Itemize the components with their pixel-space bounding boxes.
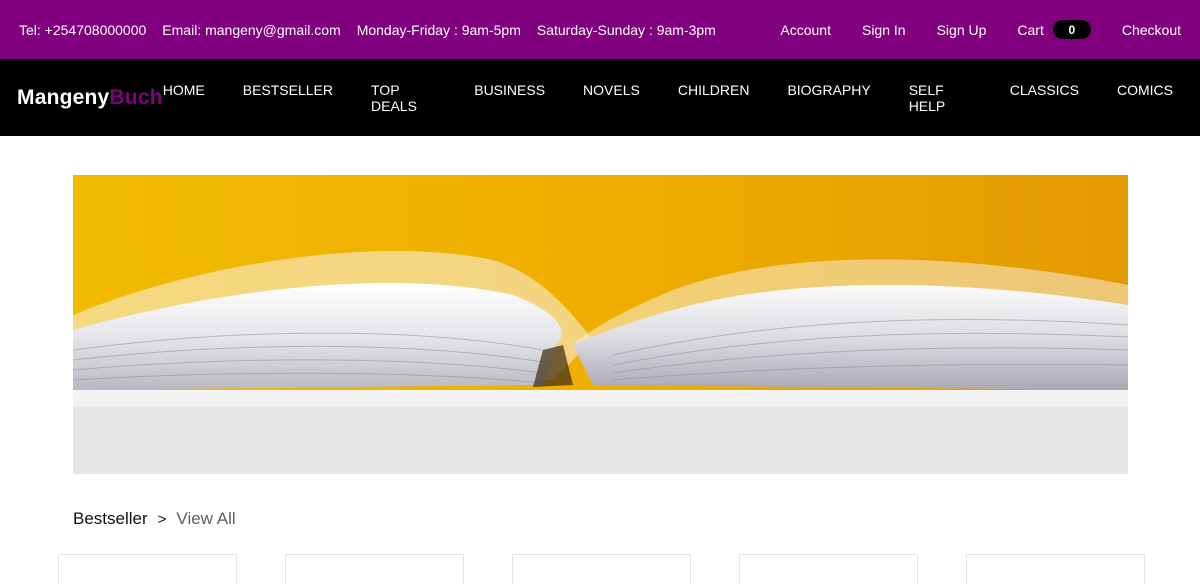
account-links: Account Sign In Sign Up Cart 0 Checkout — [780, 20, 1181, 39]
cart-count-badge: 0 — [1052, 20, 1091, 39]
nav-top-deals[interactable]: TOP DEALS — [371, 82, 436, 114]
phone-text: Tel: +254708000000 — [19, 21, 147, 38]
nav-children[interactable]: CHILDREN — [678, 82, 750, 114]
breadcrumb-separator: > — [157, 510, 167, 528]
product-card[interactable] — [739, 554, 918, 584]
email-text: Email: mangeny@gmail.com — [162, 21, 341, 38]
signup-link[interactable]: Sign Up — [937, 22, 987, 38]
account-link[interactable]: Account — [780, 22, 831, 38]
product-card[interactable] — [58, 554, 237, 584]
cart-label: Cart — [1017, 21, 1044, 38]
nav-novels[interactable]: NOVELS — [583, 82, 640, 114]
nav-business[interactable]: BUSINESS — [474, 82, 545, 114]
bestseller-product-list — [58, 554, 1145, 584]
logo-main: Mangeny — [17, 85, 110, 109]
nav-biography[interactable]: BIOGRAPHY — [787, 82, 870, 114]
checkout-link[interactable]: Checkout — [1122, 22, 1181, 38]
nav-home[interactable]: HOME — [163, 82, 205, 114]
nav-bestseller[interactable]: BESTSELLER — [243, 82, 333, 114]
product-card[interactable] — [512, 554, 691, 584]
cart-link[interactable]: Cart 0 — [1017, 20, 1091, 39]
contact-info: Tel: +254708000000 Email: mangeny@gmail.… — [19, 22, 716, 38]
hero-banner-image — [73, 175, 1128, 474]
signin-link[interactable]: Sign In — [862, 22, 906, 38]
main-nav: HOME BESTSELLER TOP DEALS BUSINESS NOVEL… — [163, 82, 1173, 114]
top-info-bar: Tel: +254708000000 Email: mangeny@gmail.… — [0, 0, 1200, 59]
view-all-link[interactable]: View All — [176, 509, 235, 529]
section-title: Bestseller — [73, 509, 148, 528]
site-logo[interactable]: MangenyBuch — [17, 86, 163, 110]
main-navbar: MangenyBuch HOME BESTSELLER TOP DEALS BU… — [0, 59, 1200, 136]
nav-classics[interactable]: CLASSICS — [1010, 82, 1079, 114]
weekday-hours-text: Monday-Friday : 9am-5pm — [356, 21, 521, 38]
product-card[interactable] — [966, 554, 1145, 584]
nav-self-help[interactable]: SELF HELP — [909, 82, 972, 114]
product-card[interactable] — [285, 554, 464, 584]
weekend-hours-text: Saturday-Sunday : 9am-3pm — [536, 21, 716, 38]
nav-comics[interactable]: COMICS — [1117, 82, 1173, 114]
open-book-illustration — [73, 175, 1128, 474]
logo-accent: Buch — [109, 85, 163, 109]
bestseller-section-heading: Bestseller > View All — [73, 509, 236, 529]
